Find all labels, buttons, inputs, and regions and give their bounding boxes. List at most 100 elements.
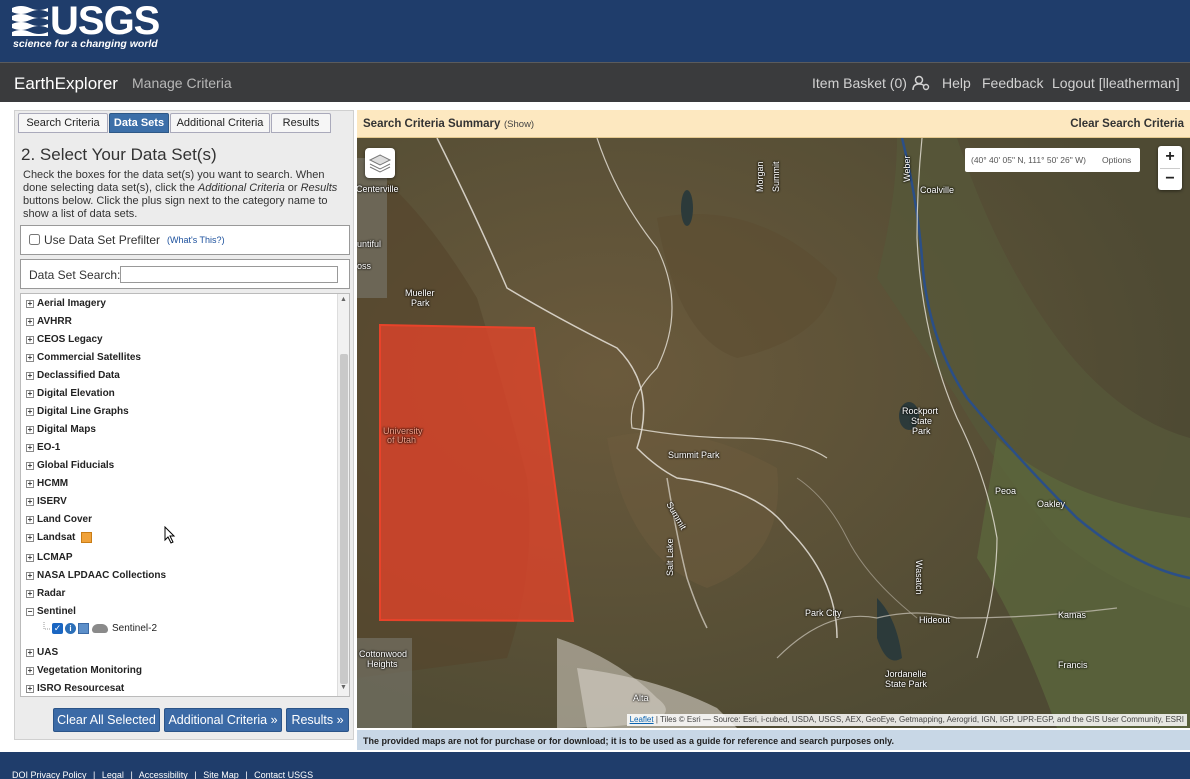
map-label-summit-county: Summit [771,161,781,192]
expand-icon[interactable]: + [26,317,34,326]
leaflet-link[interactable]: Leaflet [630,715,654,724]
landsat-badge-icon[interactable] [81,532,93,543]
tree-item-eo-1[interactable]: + EO-1 [26,442,60,453]
map-options-button[interactable]: Options [1102,155,1131,165]
tree-item-lcmap[interactable]: + LCMAP [26,552,73,563]
expand-icon[interactable]: + [26,589,34,598]
tree-item-label: UAS [37,647,59,658]
expand-icon[interactable]: + [26,443,34,452]
map-label-rockport-1: Rockport [902,406,939,416]
tab-results[interactable]: Results [271,113,331,133]
map-view[interactable]: Centerville untiful oss Mueller Park Mor… [357,138,1190,728]
tree-scrollbar[interactable]: ▲ ▼ [337,294,349,696]
map-label-hideout: Hideout [919,615,951,625]
map-label-rockport-3: Park [912,426,931,436]
expand-icon[interactable]: + [26,553,34,562]
map-label-centerville: Centerville [357,184,399,194]
scroll-down-icon[interactable]: ▼ [340,684,347,691]
map-label-park-city: Park City [805,608,842,618]
scroll-thumb[interactable] [340,354,348,684]
results-button[interactable]: Results » [286,708,349,732]
attribution-text: | Tiles © Esri — Source: Esri, i-cubed, … [653,715,1184,724]
tree-item-digital-maps[interactable]: + Digital Maps [26,424,96,435]
footer-link-contact[interactable]: Contact USGS [254,770,313,779]
expand-icon[interactable]: + [26,648,34,657]
zoom-out-button[interactable]: − [1158,168,1182,190]
summary-show-link[interactable]: (Show) [504,119,534,130]
expand-icon[interactable]: + [26,497,34,506]
tree-item-ceos-legacy[interactable]: + CEOS Legacy [26,334,103,345]
collapse-icon[interactable]: − [26,607,34,616]
satellite-map [357,138,1190,728]
scroll-up-icon[interactable]: ▲ [340,296,347,303]
tree-item-land-cover[interactable]: + Land Cover [26,514,92,525]
tree-item-commercial-satellites[interactable]: + Commercial Satellites [26,352,141,363]
expand-icon[interactable]: + [26,407,34,416]
tab-data-sets[interactable]: Data Sets [109,113,169,133]
whats-this-link[interactable]: (What's This?) [167,235,225,245]
footer-separator: | [130,770,133,779]
tree-item-iserv[interactable]: + ISERV [26,496,67,507]
clear-search-criteria-link[interactable]: Clear Search Criteria [1070,118,1184,130]
prefilter-label[interactable]: Use Data Set Prefilter [44,233,160,247]
footer-link-privacy[interactable]: DOI Privacy Policy [12,770,87,779]
clear-all-selected-button[interactable]: Clear All Selected [53,708,160,732]
expand-icon[interactable]: + [26,299,34,308]
user-settings-icon[interactable] [912,75,930,91]
tree-item-hcmm[interactable]: + HCMM [26,478,68,489]
tree-item-radar[interactable]: + Radar [26,588,65,599]
expand-icon[interactable]: + [26,515,34,524]
tree-item-isro-resourcesat[interactable]: + ISRO Resourcesat [26,683,124,694]
dataset-search-input[interactable] [120,266,338,283]
tree-item-vegetation-monitoring[interactable]: + Vegetation Monitoring [26,665,142,676]
expand-icon[interactable]: + [26,461,34,470]
tree-item-uas[interactable]: + UAS [26,647,58,658]
tree-item-landsat[interactable]: + Landsat [26,532,93,543]
tree-item-sentinel[interactable]: − Sentinel [26,606,76,617]
additional-criteria-button[interactable]: Additional Criteria » [164,708,282,732]
tree-item-label: Land Cover [37,514,93,525]
expand-icon[interactable]: + [26,684,34,693]
metadata-icon[interactable] [78,622,89,634]
map-label-cottonwood-2: Heights [367,659,398,669]
item-basket-link[interactable]: Item Basket (0) [812,75,907,91]
logout-link[interactable]: Logout [lleatherman] [1052,75,1180,91]
app-title[interactable]: EarthExplorer [14,74,118,94]
expand-icon[interactable]: + [26,353,34,362]
expand-icon[interactable]: + [26,479,34,488]
footer-link-accessibility[interactable]: Accessibility [139,770,188,779]
footer-link-legal[interactable]: Legal [102,770,124,779]
cloud-icon [92,623,108,633]
usgs-header: USGS science for a changing world [0,0,1190,62]
sentinel-2-checkbox[interactable]: ✓ [52,622,63,634]
tree-item-digital-line-graphs[interactable]: + Digital Line Graphs [26,406,129,417]
layers-button[interactable] [365,148,395,178]
tree-item-label: Global Fiducials [37,460,115,471]
help-link[interactable]: Help [942,75,971,91]
expand-icon[interactable]: + [26,335,34,344]
tree-item-aerial-imagery[interactable]: + Aerial Imagery [26,298,106,309]
info-icon[interactable]: i [65,622,76,634]
zoom-in-button[interactable]: + [1158,146,1182,168]
tab-search-criteria[interactable]: Search Criteria [18,113,108,133]
feedback-link[interactable]: Feedback [982,75,1043,91]
footer-link-sitemap[interactable]: Site Map [203,770,239,779]
tree-item-nasa-lpdaac-collections[interactable]: + NASA LPDAAC Collections [26,570,166,581]
expand-icon[interactable]: + [26,666,34,675]
top-nav: EarthExplorer Manage Criteria Item Baske… [0,62,1190,102]
tree-item-sentinel-2[interactable]: ✓ i Sentinel-2 [41,622,157,634]
tab-additional-criteria[interactable]: Additional Criteria [170,113,270,133]
expand-icon[interactable]: + [26,425,34,434]
tree-item-global-fiducials[interactable]: + Global Fiducials [26,460,114,471]
prefilter-checkbox[interactable] [29,234,40,245]
tree-item-declassified-data[interactable]: + Declassified Data [26,370,120,381]
tree-item-digital-elevation[interactable]: + Digital Elevation [26,388,115,399]
tree-item-avhrr[interactable]: + AVHRR [26,316,72,327]
tree-item-label: Digital Line Graphs [37,406,129,417]
manage-criteria-link[interactable]: Manage Criteria [132,75,232,91]
step-title: 2. Select Your Data Set(s) [21,145,217,164]
expand-icon[interactable]: + [26,571,34,580]
expand-icon[interactable]: + [26,389,34,398]
expand-icon[interactable]: + [26,371,34,380]
expand-icon[interactable]: + [26,533,34,542]
